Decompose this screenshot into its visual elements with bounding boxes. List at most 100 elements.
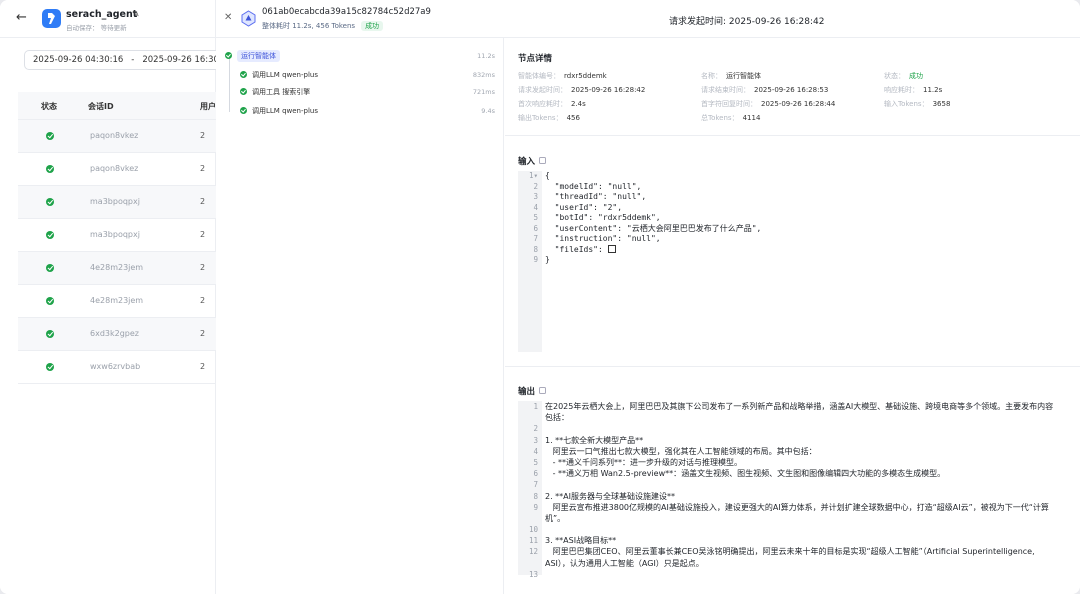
code-line: 6 - **通义万相 Wan2.5-preview**：涵盖文生视频、图生视频、… [533,469,946,479]
field-first-char-time: 首字符回复时间： 2025-09-26 16:28:44 [701,99,835,109]
field-key: 名称： [701,72,722,80]
node-detail-panel: 节点详情 智能体编号： rdxr5ddemk 名称： 运行智能体 状态： 成功 请求发… [505,38,1080,594]
field-first-response: 首次响应耗时： 2.4s [518,99,586,109]
table-row[interactable]: 4e28m23jem 2 [18,285,216,318]
code-text: - **通义万相 Wan2.5-preview**：涵盖文生视频、图生视频、文生… [545,469,946,479]
table-row[interactable]: wxw6zrvbab 2 [18,351,216,384]
table-body: paqon8vkez 2 paqon8vkez 2 ma3bpoqpxj 2 ma3b… [18,120,216,384]
code-text: 阿里巴巴集团CEO、阿里云董事长兼CEO吴泳铭明确提出，阿里云未来十年的目标是实… [545,547,1038,568]
code-line: 10 [528,525,538,535]
field-agent-id: 智能体编号： rdxr5ddemk [518,71,607,81]
close-icon[interactable]: ✕ [224,12,232,23]
code-text: } [545,255,550,264]
session-id: ma3bpoqpxj [90,197,140,206]
output-code-editor[interactable]: 1 在2025年云栖大会上，阿里巴巴及其旗下公司发布了一系列新产品和战略举措，涵盖… [518,401,1064,579]
field-output-tokens: 输出Tokens： 456 [518,113,580,123]
user-count: 2 [200,131,206,140]
user-count: 2 [200,197,206,206]
code-line: 1 在2025年云栖大会上，阿里巴巴及其旗下公司发布了一系列新产品和战略举措，涵盖… [518,401,1064,423]
code-line: 11 3. **ASI战略目标** [528,536,617,546]
user-count: 2 [200,164,206,173]
edit-pencil-icon[interactable]: ✎ [132,10,140,20]
status-badge: 成功 [361,21,384,31]
code-line: 7 "instruction": "null", [533,234,661,243]
tree-node-llm[interactable]: 调用LLM qwen-plus 832ms [240,68,495,82]
date-range-picker[interactable]: 2025-09-26 04:30:16-2025-09-26 16:30:16 [24,50,224,70]
code-line: 8 2. **AI服务器与全球基础设施建设** [533,491,676,501]
code-text: 1. **七款全新大模型产品** [545,435,644,445]
input-section: 输入 [518,155,547,167]
field-key: 请求发起时间： [518,86,567,94]
code-line: 9} [533,255,550,264]
date-end: 2025-09-26 16:30:16 [142,55,224,65]
tree-connector [229,58,230,112]
code-text: "instruction": "null", [545,234,661,243]
copy-icon[interactable] [539,387,547,394]
success-check-icon [240,88,247,95]
success-check-icon [46,231,54,239]
field-key: 状态： [884,72,905,80]
field-key: 响应耗时： [884,86,919,94]
field-key: 输入Tokens： [884,100,929,108]
session-id: 4e28m23jem [90,296,144,305]
run-meta-text: 整体耗时 11.2s, 456 Tokens [262,22,356,30]
node-duration: 9.4s [481,107,495,115]
session-table: 状态 会话ID 用户 paqon8vkez 2 paqon8vkez 2 ma3bp… [18,92,216,384]
date-start: 2025-09-26 04:30:16 [33,55,124,65]
success-check-icon [46,330,54,338]
table-row[interactable]: ma3bpoqpxj 2 [18,186,216,219]
field-value: 成功 [909,72,923,80]
session-id: 4e28m23jem [90,263,144,272]
back-arrow-icon[interactable]: ← [16,11,30,25]
field-value: 2025-09-26 16:28:44 [761,100,836,108]
node-duration: 11.2s [477,52,495,60]
field-key: 请求结束时间： [701,86,750,94]
detail-title: 节点详情 [518,54,553,64]
code-text: "userId": "2", [545,202,623,212]
field-latency: 响应耗时： 11.2s [884,85,942,95]
field-value: 456 [566,114,580,122]
code-line: 9 阿里云宣布推进3800亿规模的AI基础设施投入，建设更强大的AI算力体系，并… [518,502,1064,524]
session-id: ma3bpoqpxj [90,230,140,239]
output-title: 输出 [518,387,536,397]
session-id: paqon8vkez [90,164,139,173]
field-key: 首次响应耗时： [518,100,567,108]
code-text: "botId": "rdxr5ddemk", [545,213,661,222]
section-divider [505,135,1080,136]
code-line: 2 "modelId": "null", [533,181,642,191]
field-input-tokens: 输入Tokens： 3658 [884,99,950,109]
run-id: 061ab0ecabcda39a15c82784c52d27a9 [262,7,431,17]
table-row[interactable]: ma3bpoqpxj 2 [18,219,216,252]
code-text: { [545,171,550,180]
code-line: 4 阿里云一口气推出七款大模型，强化其在人工智能领域的布局。其中包括： [533,446,817,456]
code-text: "threadId": "null", [545,192,647,201]
copy-icon[interactable] [539,157,547,164]
field-total-tokens: 总Tokens： 4114 [701,113,760,123]
input-code-editor[interactable]: 1▾{ 2 "modelId": "null", 3 "threadId": "… [518,171,1064,352]
code-line: 4 "userId": "2", [533,202,623,212]
tree-node-tool[interactable]: 调用工具 搜索引擎 721ms [240,85,495,99]
user-count: 2 [200,296,206,305]
app-logo-icon [42,9,61,28]
code-line: 6 "userContent": "云栖大会阿里巴巴发布了什么产品", [533,223,762,233]
code-text: "modelId": "null", [545,181,642,191]
code-text: 阿里云宣布推进3800亿规模的AI基础设施投入，建设更强大的AI算力体系，并计划… [545,502,1049,523]
code-text: 阿里云一口气推出七款大模型，强化其在人工智能领域的布局。其中包括： [545,446,817,456]
field-key: 输出Tokens： [518,114,563,122]
success-check-icon [46,264,54,272]
field-value: 3658 [932,100,951,108]
node-label: 调用LLM qwen-plus [252,71,318,79]
node-label: 调用工具 搜索引擎 [252,88,311,96]
table-row[interactable]: 6xd3k2gpez 2 [18,318,216,351]
tree-node-llm[interactable]: 调用LLM qwen-plus 9.4s [240,104,495,118]
table-row[interactable]: paqon8vkez 2 [18,153,216,186]
date-separator: - [131,55,135,65]
code-line: 2 [533,424,538,434]
table-row[interactable]: paqon8vkez 2 [18,120,216,153]
session-id: wxw6zrvbab [90,362,141,371]
section-divider [505,366,1080,367]
tree-node-root[interactable]: 运行智能体 11.2s [225,49,495,63]
code-line: 12 阿里巴巴集团CEO、阿里云董事长兼CEO吴泳铭明确提出，阿里云未来十年的目… [518,546,1064,568]
field-key: 首字符回复时间： [701,100,757,108]
table-row[interactable]: 4e28m23jem 2 [18,252,216,285]
